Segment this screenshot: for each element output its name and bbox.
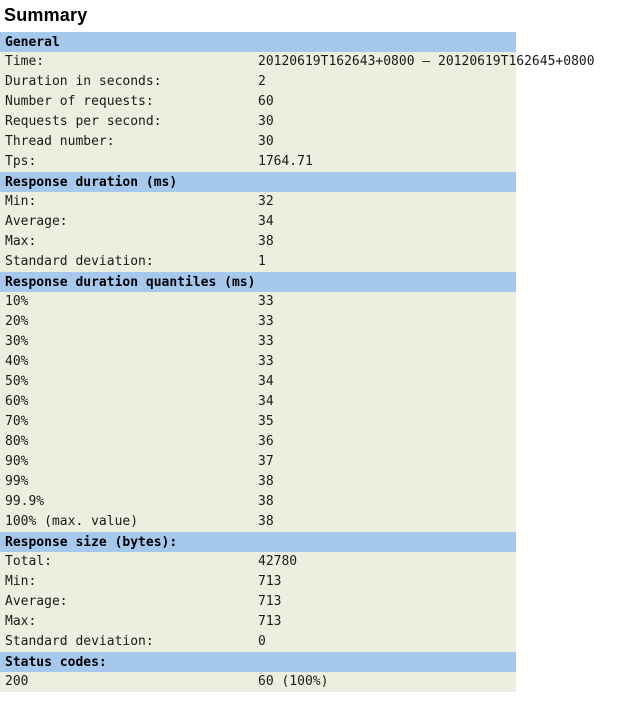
- row-label: 30%: [0, 332, 258, 352]
- row-label: 10%: [0, 292, 258, 312]
- row-value: 34: [258, 372, 516, 392]
- table-row: Standard deviation: 0: [0, 632, 516, 652]
- row-label: 90%: [0, 452, 258, 472]
- summary-report-body: General Time: 20120619T162643+0800 – 20120…: [0, 32, 595, 692]
- row-value: 34: [258, 212, 516, 232]
- row-value: 33: [258, 352, 516, 372]
- row-value: 33: [258, 312, 516, 332]
- table-row: 100% (max. value) 38: [0, 512, 516, 532]
- row-label: Min:: [0, 192, 258, 212]
- row-value: 42780: [258, 552, 516, 572]
- table-row: Tps: 1764.71: [0, 152, 516, 172]
- table-row: Thread number: 30: [0, 132, 516, 152]
- table-row: Number of requests: 60: [0, 92, 516, 112]
- row-label: 200: [0, 672, 258, 692]
- table-row: Max: 713: [0, 612, 516, 632]
- row-label: 60%: [0, 392, 258, 412]
- table-row: 90% 37: [0, 452, 516, 472]
- row-value: 30: [258, 112, 516, 132]
- row-label: 70%: [0, 412, 258, 432]
- section-header-row: Response duration quantiles (ms): [0, 272, 516, 292]
- table-row: 99.9% 38: [0, 492, 516, 512]
- row-label: 20%: [0, 312, 258, 332]
- table-row: Requests per second: 30: [0, 112, 516, 132]
- row-value: 1: [258, 252, 516, 272]
- row-label: 40%: [0, 352, 258, 372]
- section-header-response-size: Response size (bytes):: [0, 532, 516, 552]
- row-label: Number of requests:: [0, 92, 258, 112]
- row-label: 99.9%: [0, 492, 258, 512]
- row-value: 20120619T162643+0800 – 20120619T162645+0…: [258, 52, 595, 72]
- table-row: 80% 36: [0, 432, 516, 452]
- row-label: Duration in seconds:: [0, 72, 258, 92]
- row-value: 38: [258, 472, 516, 492]
- table-row: Time: 20120619T162643+0800 – 20120619T162…: [0, 52, 595, 72]
- table-row: Duration in seconds: 2: [0, 72, 516, 92]
- row-label: 50%: [0, 372, 258, 392]
- section-header-row: Response duration (ms): [0, 172, 516, 192]
- section-header-general: General: [0, 32, 516, 52]
- section-header-status-codes: Status codes:: [0, 652, 516, 672]
- row-value: 37: [258, 452, 516, 472]
- summary-report-table: General Time: 20120619T162643+0800 – 20120…: [0, 32, 595, 692]
- row-value: 713: [258, 612, 516, 632]
- section-header-row: General: [0, 32, 516, 52]
- row-label: Total:: [0, 552, 258, 572]
- table-row: Average: 34: [0, 212, 516, 232]
- section-header-response-duration-quantiles: Response duration quantiles (ms): [0, 272, 516, 292]
- row-value: 35: [258, 412, 516, 432]
- section-header-row: Status codes:: [0, 652, 516, 672]
- table-row: Average: 713: [0, 592, 516, 612]
- table-row: Total: 42780: [0, 552, 516, 572]
- row-value: 60 (100%): [258, 672, 516, 692]
- table-row: 10% 33: [0, 292, 516, 312]
- row-label: Time:: [0, 52, 258, 72]
- row-value: 34: [258, 392, 516, 412]
- row-value: 713: [258, 592, 516, 612]
- row-label: Average:: [0, 592, 258, 612]
- row-label: Tps:: [0, 152, 258, 172]
- row-value: 60: [258, 92, 516, 112]
- row-value: 33: [258, 292, 516, 312]
- row-label: Max:: [0, 232, 258, 252]
- row-label: 80%: [0, 432, 258, 452]
- row-label: Standard deviation:: [0, 252, 258, 272]
- row-label: Requests per second:: [0, 112, 258, 132]
- section-header-row: Response size (bytes):: [0, 532, 516, 552]
- table-row: 30% 33: [0, 332, 516, 352]
- table-row: 99% 38: [0, 472, 516, 492]
- table-row: Max: 38: [0, 232, 516, 252]
- row-value: 38: [258, 232, 516, 252]
- row-value: 30: [258, 132, 516, 152]
- row-value: 32: [258, 192, 516, 212]
- table-row: 50% 34: [0, 372, 516, 392]
- row-value: 0: [258, 632, 516, 652]
- row-value: 2: [258, 72, 516, 92]
- row-value: 1764.71: [258, 152, 516, 172]
- row-label: Thread number:: [0, 132, 258, 152]
- row-value: 38: [258, 512, 516, 532]
- row-value: 36: [258, 432, 516, 452]
- row-label: Standard deviation:: [0, 632, 258, 652]
- table-row: 70% 35: [0, 412, 516, 432]
- row-label: Min:: [0, 572, 258, 592]
- table-row: 40% 33: [0, 352, 516, 372]
- row-label: 99%: [0, 472, 258, 492]
- table-row: 60% 34: [0, 392, 516, 412]
- row-label: Average:: [0, 212, 258, 232]
- row-label: 100% (max. value): [0, 512, 258, 532]
- table-row: Standard deviation: 1: [0, 252, 516, 272]
- section-header-response-duration: Response duration (ms): [0, 172, 516, 192]
- table-row: Min: 713: [0, 572, 516, 592]
- row-label: Max:: [0, 612, 258, 632]
- table-row: 20% 33: [0, 312, 516, 332]
- row-value: 38: [258, 492, 516, 512]
- row-value: 713: [258, 572, 516, 592]
- row-value: 33: [258, 332, 516, 352]
- table-row: 200 60 (100%): [0, 672, 516, 692]
- table-row: Min: 32: [0, 192, 516, 212]
- page-title: Summary: [4, 5, 88, 25]
